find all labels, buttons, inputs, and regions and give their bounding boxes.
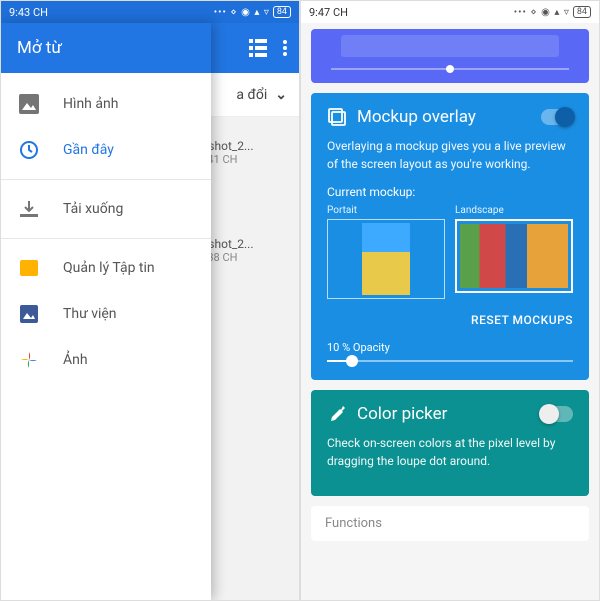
status-time: 9:43 CH [9, 6, 48, 19]
drawer-item-photos[interactable]: Ảnh [1, 337, 211, 383]
slider-thumb[interactable] [446, 65, 454, 73]
functions-section: Functions [311, 506, 589, 541]
divider [1, 179, 211, 180]
opacity-label: 10 % Opacity [327, 341, 573, 354]
status-bar: 9:43 CH ••• ⋄ ◉ ▴ ▿ 84 [1, 1, 299, 23]
mockup-toggle[interactable] [541, 109, 573, 125]
navigation-drawer: Mở từ Hình ảnh Gần đây Tải xuống [1, 23, 211, 600]
landscape-thumbnail [460, 224, 568, 288]
color-picker-card: Color picker Check on-screen colors at t… [311, 390, 589, 496]
reset-mockups-button[interactable]: RESET MOCKUPS [327, 313, 573, 327]
drawer-item-label: Tải xuống [63, 201, 123, 217]
drawer-item-label: Quản lý Tập tin [63, 260, 155, 276]
card-description: Overlaying a mockup gives you a live pre… [327, 137, 573, 173]
drawer-item-gallery[interactable]: Thư viện [1, 291, 211, 337]
current-mockup-label: Current mockup: [327, 185, 573, 199]
drawer-item-downloads[interactable]: Tải xuống [1, 186, 211, 232]
photos-icon [19, 350, 39, 370]
card-title: Mockup overlay [357, 107, 476, 127]
image-icon [19, 94, 39, 114]
opacity-slider[interactable] [327, 360, 573, 362]
folder-icon [19, 258, 39, 278]
status-icons: ••• ⋄ ◉ ▴ ▿ 84 [514, 6, 591, 18]
mockup-overlay-card: Mockup overlay Overlaying a mockup gives… [311, 93, 589, 380]
clock-icon [19, 140, 39, 160]
top-slider-card [311, 29, 589, 83]
more-icon[interactable] [283, 40, 287, 56]
drawer-title: Mở từ [1, 23, 211, 73]
card-title: Color picker [357, 404, 447, 424]
chevron-down-icon: ⌄ [275, 87, 287, 103]
colorpicker-toggle[interactable] [541, 406, 573, 422]
grid-view-icon[interactable] [249, 39, 267, 57]
eyedropper-icon [327, 404, 347, 424]
phone-screenshot-right: 9:47 CH ••• ⋄ ◉ ▴ ▿ 84 Mockup overlay Ov… [300, 0, 600, 601]
portrait-thumbnail [362, 223, 410, 295]
landscape-mockup[interactable]: Landscape [455, 205, 573, 299]
overlay-icon [327, 107, 347, 127]
card-description: Check on-screen colors at the pixel leve… [327, 434, 573, 470]
divider [1, 238, 211, 239]
drawer-item-label: Gần đây [63, 142, 114, 158]
phone-screenshot-left: 9:43 CH ••• ⋄ ◉ ▴ ▿ 84 a đổi ⌄ eenshot_2… [0, 0, 300, 601]
status-icons: ••• ⋄ ◉ ▴ ▿ 84 [214, 6, 291, 18]
portrait-mockup[interactable]: Portait [327, 205, 445, 299]
status-time: 9:47 CH [309, 6, 348, 19]
drawer-item-filemanager[interactable]: Quản lý Tập tin [1, 245, 211, 291]
status-bar: 9:47 CH ••• ⋄ ◉ ▴ ▿ 84 [301, 1, 599, 23]
download-icon [19, 199, 39, 219]
drawer-item-images[interactable]: Hình ảnh [1, 81, 211, 127]
drawer-item-recent[interactable]: Gần đây [1, 127, 211, 173]
drawer-item-label: Thư viện [63, 306, 117, 322]
drawer-item-label: Ảnh [63, 352, 88, 368]
gallery-icon [19, 304, 39, 324]
slider-thumb-icon[interactable] [346, 355, 358, 367]
drawer-item-label: Hình ảnh [63, 96, 118, 112]
